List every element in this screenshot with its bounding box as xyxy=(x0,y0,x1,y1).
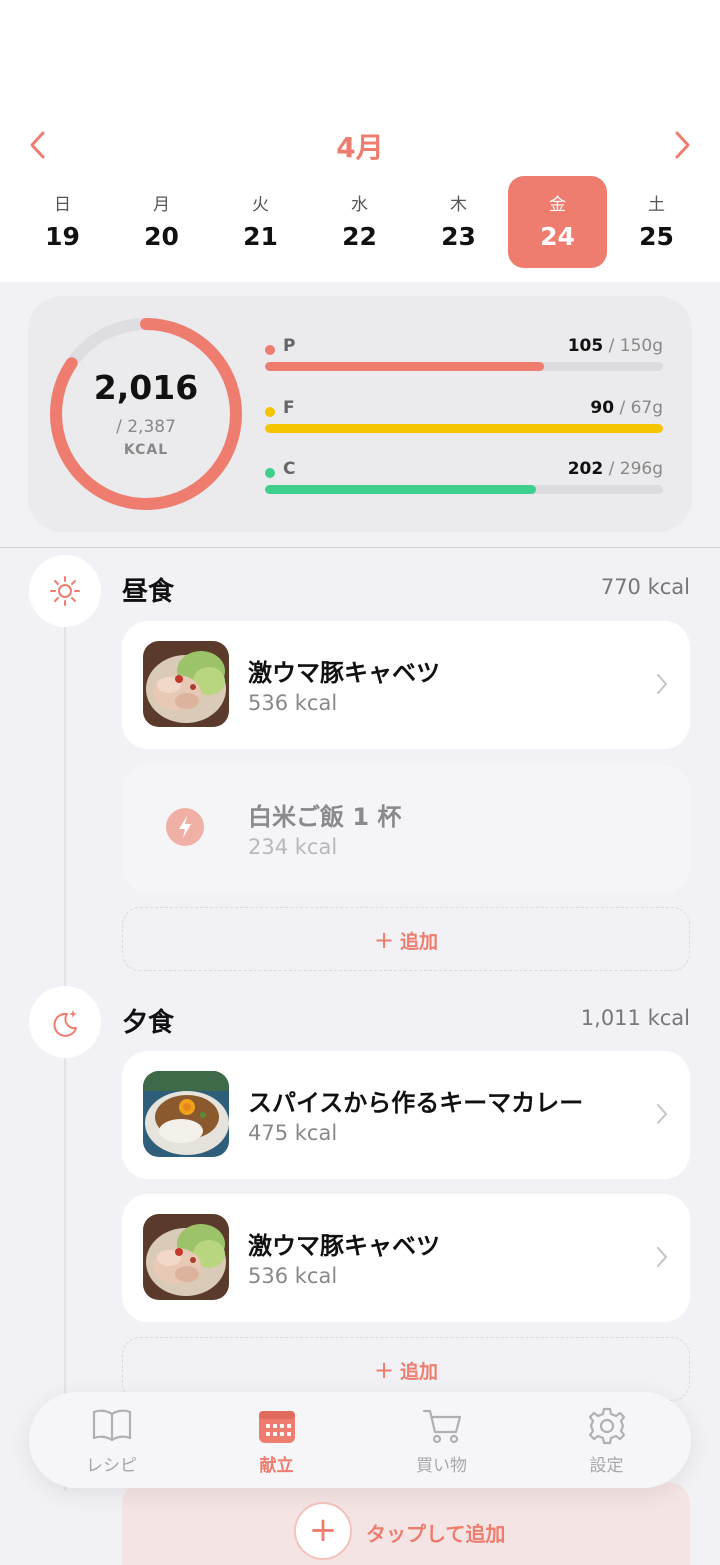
month-label: 4月 xyxy=(336,131,384,164)
tab-menu-plan[interactable]: 献立 xyxy=(194,1392,359,1488)
lunch-add-button[interactable]: + 追加 xyxy=(122,907,690,971)
food-kcal: 475 kcal xyxy=(248,1121,338,1145)
cart-icon xyxy=(422,1409,462,1444)
header: 4月 日 19 月 20 火 21 水 22 木 23 金 24 土 25 xyxy=(0,0,720,282)
food-kcal: 234 kcal xyxy=(248,835,338,859)
day-of-week: 火 xyxy=(252,195,269,215)
macro-label: F xyxy=(283,398,295,418)
chevron-right-icon xyxy=(657,1247,668,1267)
divider xyxy=(0,547,720,548)
macro-dot xyxy=(265,407,275,417)
day-of-week: 金 xyxy=(549,195,566,215)
food-card[interactable]: スパイスから作るキーマカレー 475 kcal xyxy=(122,1051,690,1179)
tab-label: レシピ xyxy=(86,1456,137,1476)
food-name: 激ウマ豚キャベツ xyxy=(248,659,440,687)
nutrition-summary-card: 2,016 / 2,387 KCAL P 105 / 150g F 90 / 6… xyxy=(28,296,692,532)
day-sun[interactable]: 日 19 xyxy=(13,176,112,268)
day-of-week: 木 xyxy=(450,195,467,215)
day-of-week: 日 xyxy=(54,195,71,215)
food-photo-pork-cabbage xyxy=(143,1214,229,1300)
tab-shopping[interactable]: 買い物 xyxy=(359,1392,524,1488)
week-strip: 日 19 月 20 火 21 水 22 木 23 金 24 土 25 xyxy=(13,176,707,268)
lunch-kcal: 770 kcal xyxy=(600,575,690,599)
tab-recipes[interactable]: レシピ xyxy=(29,1392,194,1488)
macro-dot xyxy=(265,345,275,355)
book-icon xyxy=(92,1409,132,1442)
tap-to-add-button[interactable]: + タップして追加 xyxy=(294,1502,594,1560)
day-fri-selected[interactable]: 金 24 xyxy=(508,176,607,268)
food-card-quick-add[interactable]: 白米ご飯 1 杯 234 kcal xyxy=(122,765,690,893)
macro-fat: F 90 / 67g xyxy=(265,398,663,454)
macro-protein: P 105 / 150g xyxy=(265,336,663,392)
tab-label: 買い物 xyxy=(416,1456,467,1476)
tap-to-add-label: タップして追加 xyxy=(366,1522,506,1546)
macro-label: C xyxy=(283,459,296,479)
food-card[interactable]: 激ウマ豚キャベツ 536 kcal xyxy=(122,1194,690,1322)
day-number: 19 xyxy=(45,222,80,251)
day-wed[interactable]: 水 22 xyxy=(310,176,409,268)
day-number: 23 xyxy=(441,222,476,251)
day-thu[interactable]: 木 23 xyxy=(409,176,508,268)
day-number: 21 xyxy=(243,222,278,251)
food-photo-keema-curry xyxy=(143,1071,229,1157)
macro-bar-fill xyxy=(265,424,663,433)
day-number: 24 xyxy=(540,222,575,251)
macro-value: 202 / 296g xyxy=(567,459,663,479)
add-label: + 追加 xyxy=(373,926,439,954)
chevron-right-icon xyxy=(657,674,668,694)
chevron-right-icon[interactable] xyxy=(670,130,694,160)
macro-bar-fill xyxy=(265,362,544,371)
macro-dot xyxy=(265,468,275,478)
macro-bar xyxy=(265,485,663,494)
food-name: 激ウマ豚キャベツ xyxy=(248,1232,440,1260)
day-tue[interactable]: 火 21 xyxy=(211,176,310,268)
day-of-week: 月 xyxy=(153,195,170,215)
calories-unit: KCAL xyxy=(123,442,169,458)
plus-circle-icon: + xyxy=(294,1502,352,1560)
dinner-title: 夕食 xyxy=(122,1008,175,1038)
lunch-title: 昼食 xyxy=(122,577,175,607)
tab-bar: レシピ 献立 買い物 設定 xyxy=(29,1392,691,1488)
day-number: 20 xyxy=(144,222,179,251)
day-of-week: 土 xyxy=(648,195,665,215)
food-name: スパイスから作るキーマカレー xyxy=(248,1089,584,1117)
food-name: 白米ご飯 1 杯 xyxy=(248,803,402,831)
plus-icon: + xyxy=(373,926,395,954)
chevron-right-icon xyxy=(657,1104,668,1124)
food-card[interactable]: 激ウマ豚キャベツ 536 kcal xyxy=(122,621,690,749)
macro-carbs: C 202 / 296g xyxy=(265,459,663,515)
lightning-icon xyxy=(166,808,204,846)
macro-value: 90 / 67g xyxy=(590,398,663,418)
dinner-kcal: 1,011 kcal xyxy=(580,1006,690,1030)
moon-icon xyxy=(29,986,101,1058)
add-label: + 追加 xyxy=(373,1356,439,1384)
month-navigation: 4月 xyxy=(0,118,720,172)
calorie-ring xyxy=(50,318,242,510)
food-kcal: 536 kcal xyxy=(248,691,338,715)
tab-label: 設定 xyxy=(589,1456,624,1476)
day-number: 22 xyxy=(342,222,377,251)
day-of-week: 水 xyxy=(351,195,368,215)
calendar-icon xyxy=(259,1411,295,1443)
food-photo-pork-cabbage xyxy=(143,641,229,727)
macro-label: P xyxy=(283,336,296,356)
tab-label: 献立 xyxy=(259,1456,294,1476)
macro-value: 105 / 150g xyxy=(567,336,663,356)
day-sat[interactable]: 土 25 xyxy=(607,176,706,268)
calories-goal: / 2,387 xyxy=(116,417,176,437)
gear-icon xyxy=(588,1407,626,1445)
macro-bar xyxy=(265,424,663,433)
macro-bar xyxy=(265,362,663,371)
tab-settings[interactable]: 設定 xyxy=(524,1392,689,1488)
day-mon[interactable]: 月 20 xyxy=(112,176,211,268)
sun-icon xyxy=(29,555,101,627)
plus-icon: + xyxy=(373,1356,395,1384)
calories-consumed: 2,016 xyxy=(93,368,199,407)
food-kcal: 536 kcal xyxy=(248,1264,338,1288)
day-number: 25 xyxy=(639,222,674,251)
macro-bar-fill xyxy=(265,485,536,494)
